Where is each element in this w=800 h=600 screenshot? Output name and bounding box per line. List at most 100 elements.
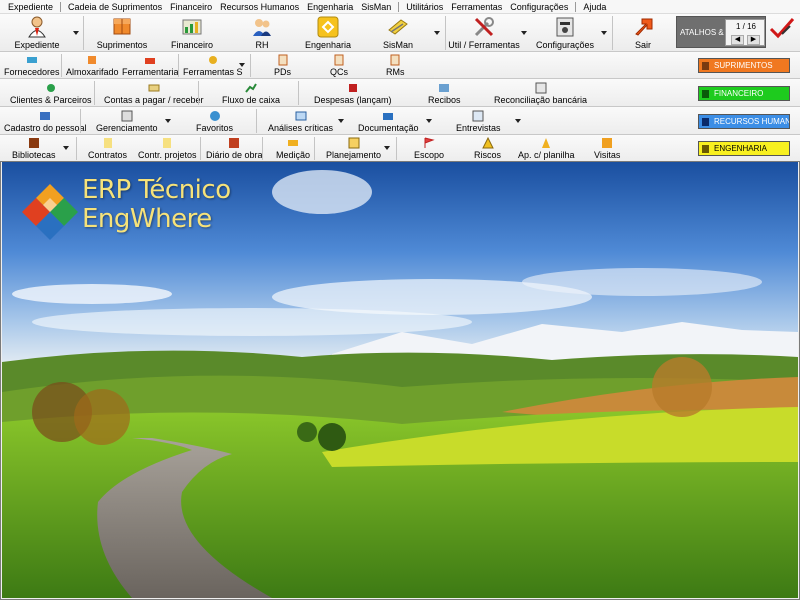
suprimentos-button[interactable]: Suprimentos: [92, 14, 152, 52]
toolbar-separator: [61, 54, 62, 77]
sisman-dropdown[interactable]: [432, 28, 442, 38]
ferramentas-s-dropdown[interactable]: [238, 61, 246, 69]
engenharia-button[interactable]: Engenharia: [300, 14, 356, 52]
checkmark-pen-icon[interactable]: [768, 16, 796, 42]
bibliotecas-button[interactable]: Bibliotecas: [12, 137, 56, 160]
window-icon: [295, 110, 307, 122]
menu-financeiro[interactable]: Financeiro: [166, 2, 216, 12]
atalhos-label[interactable]: ATALHOS &: [680, 28, 724, 37]
rh-button[interactable]: RH: [246, 14, 278, 52]
diario-obra-button[interactable]: Diário de obra: [206, 137, 263, 160]
entrevistas-label: Entrevistas: [456, 123, 501, 133]
financeiro-module-button[interactable]: FINANCEIRO: [698, 86, 790, 101]
sisman-button[interactable]: SisMan: [378, 14, 418, 52]
menu-configuracoes[interactable]: Configurações: [506, 2, 572, 12]
atalhos-panel: ATALHOS & 1 / 16 ◀ ▶: [676, 16, 766, 48]
pds-label: PDs: [274, 67, 292, 77]
expediente-button[interactable]: Expediente: [8, 14, 66, 52]
sair-button[interactable]: Sair: [628, 14, 658, 52]
sair-label: Sair: [634, 40, 651, 50]
toolbar-separator: [80, 109, 81, 133]
contract-icon: [102, 137, 114, 149]
sisman-label: SisMan: [382, 40, 413, 50]
analises-dropdown[interactable]: [337, 117, 345, 125]
ap-planilha-label: Ap. c/ planilha: [518, 150, 575, 160]
favoritos-button[interactable]: Favoritos: [196, 110, 233, 133]
fornecedores-button[interactable]: Fornecedores: [4, 54, 60, 77]
menu-recursos-humanos[interactable]: Recursos Humanos: [216, 2, 303, 12]
suprimentos-module-button[interactable]: SUPRIMENTOS: [698, 58, 790, 73]
almoxarifado-button[interactable]: Almoxarifado: [66, 54, 119, 77]
menu-ajuda[interactable]: Ajuda: [579, 2, 610, 12]
toolbar-separator: [94, 81, 95, 105]
toolbar-separator: [178, 54, 179, 77]
menu-engenharia[interactable]: Engenharia: [303, 2, 357, 12]
ferramentaria-button[interactable]: Ferramentaria: [122, 54, 179, 77]
toolbar-separator: [198, 81, 199, 105]
warehouse-icon: [86, 54, 98, 66]
planejamento-dropdown[interactable]: [383, 144, 391, 152]
financeiro-button[interactable]: Financeiro: [166, 14, 218, 52]
documentacao-button[interactable]: Documentação: [358, 110, 419, 133]
atalhos-prev-button[interactable]: ◀: [731, 35, 744, 45]
pds-button[interactable]: PDs: [274, 54, 291, 77]
entrevistas-dropdown[interactable]: [514, 117, 522, 125]
documentacao-dropdown[interactable]: [425, 117, 433, 125]
contas-button[interactable]: Contas a pagar / receber: [104, 82, 204, 105]
toolbox-icon: [144, 54, 156, 66]
suprimentos-toolbar: Fornecedores Almoxarifado Ferramentaria …: [0, 52, 800, 79]
expediente-dropdown[interactable]: [71, 28, 81, 38]
financeiro-label: Financeiro: [170, 40, 214, 50]
contratos-label: Contratos: [88, 150, 128, 160]
exit-arrow-icon: [632, 16, 654, 38]
atalhos-page-indicator: 1 / 16: [735, 22, 756, 31]
fluxo-caixa-button[interactable]: Fluxo de caixa: [222, 82, 280, 105]
menu-utilitarios[interactable]: Utilitários: [402, 2, 447, 12]
atalhos-next-button[interactable]: ▶: [747, 35, 760, 45]
recibos-button[interactable]: Recibos: [428, 82, 461, 105]
toolbar-separator: [612, 16, 613, 50]
util-ferramentas-button[interactable]: Util / Ferramentas: [448, 14, 520, 52]
module-book-icon: [701, 144, 710, 154]
visitas-button[interactable]: Visitas: [594, 137, 620, 160]
planejamento-button[interactable]: Planejamento: [326, 137, 381, 160]
engenharia-toolbar: Bibliotecas Contratos Contr. projetos Di…: [0, 135, 800, 162]
fornecedores-label: Fornecedores: [4, 67, 60, 77]
gerenciamento-dropdown[interactable]: [164, 117, 172, 125]
conciliacao-button[interactable]: Reconciliação bancária: [494, 82, 587, 105]
money-chart-icon: [181, 16, 203, 38]
qcs-button[interactable]: QCs: [330, 54, 348, 77]
menu-ferramentas[interactable]: Ferramentas: [447, 2, 506, 12]
riscos-button[interactable]: Riscos: [474, 136, 501, 160]
ap-planilha-button[interactable]: Ap. c/ planilha: [518, 137, 575, 160]
entrevistas-button[interactable]: Entrevistas: [456, 110, 501, 133]
gerenciamento-button[interactable]: Gerenciamento: [96, 110, 158, 133]
contratos-button[interactable]: Contratos: [88, 137, 127, 160]
menu-separator: [575, 1, 577, 12]
menu-sisman[interactable]: SisMan: [357, 2, 395, 12]
rms-button[interactable]: RMs: [386, 54, 405, 77]
bibliotecas-dropdown[interactable]: [62, 144, 70, 152]
medicao-label: Medição: [276, 150, 311, 160]
util-dropdown[interactable]: [519, 28, 529, 38]
spreadsheet-icon: [540, 137, 552, 149]
escopo-button[interactable]: Escopo: [414, 137, 444, 160]
module-book-icon: [701, 61, 710, 71]
menu-expediente[interactable]: Expediente: [4, 2, 57, 12]
clientes-parceiros-button[interactable]: Clientes & Parceiros: [10, 82, 92, 105]
medicao-button[interactable]: Medição: [276, 137, 310, 160]
despesas-button[interactable]: Despesas (lançam): [314, 82, 392, 105]
ferramentas-s-button[interactable]: Ferramentas S: [183, 54, 243, 77]
cadastro-pessoal-button[interactable]: Cadastro do pessoal: [4, 110, 87, 133]
module-book-icon: [701, 89, 710, 99]
menu-cadeia-suprimentos[interactable]: Cadeia de Suprimentos: [64, 2, 166, 12]
contr-projetos-button[interactable]: Contr. projetos: [138, 137, 197, 160]
engenharia-module-button[interactable]: ENGENHARIA: [698, 141, 790, 156]
configuracoes-dropdown[interactable]: [599, 28, 609, 38]
ferramentas-s-label: Ferramentas S: [183, 67, 243, 77]
analises-criticas-button[interactable]: Análises críticas: [268, 110, 333, 133]
rh-module-button[interactable]: RECURSOS HUMANOS: [698, 114, 790, 129]
calendar-icon: [348, 137, 360, 149]
configuracoes-button[interactable]: Configurações: [536, 14, 594, 52]
favoritos-label: Favoritos: [196, 123, 234, 133]
